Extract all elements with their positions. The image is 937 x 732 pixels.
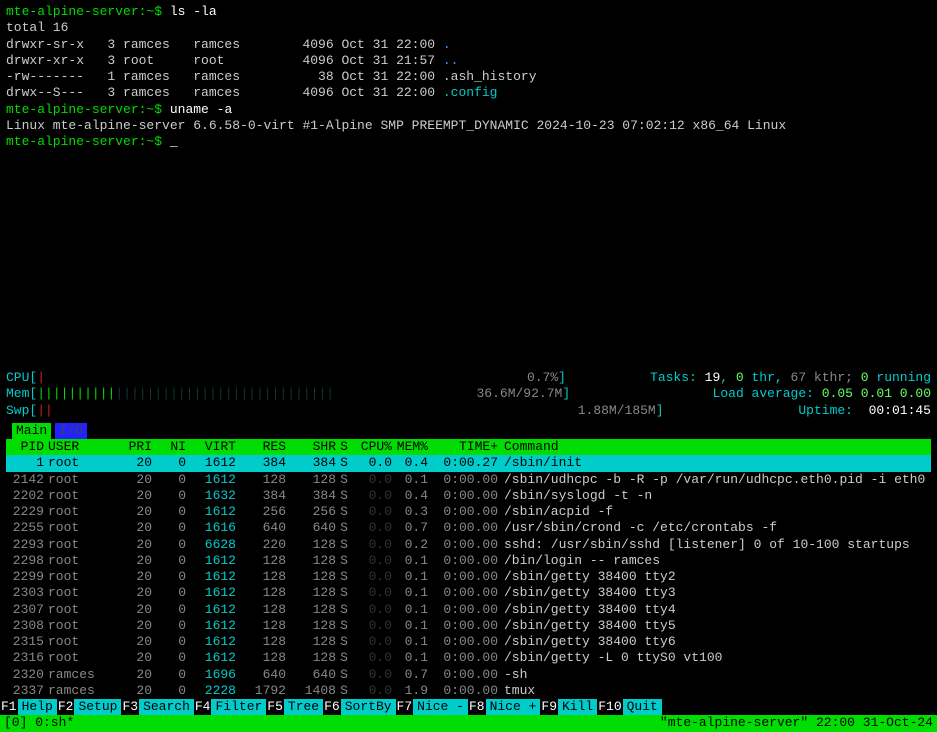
- tab-main[interactable]: Main: [12, 423, 51, 439]
- htop-fkeys: F1Help F2Setup F3SearchF4FilterF5Tree F6…: [0, 699, 937, 715]
- term-line: total 16: [6, 20, 931, 36]
- fkey-f1[interactable]: F1Help: [0, 699, 57, 715]
- process-row[interactable]: 2299root2001612128128S0.00.10:00.00/sbin…: [6, 569, 931, 585]
- cursor: _: [170, 134, 178, 149]
- ls-row: drwxr-xr-x 3 root root 4096 Oct 31 21:57…: [6, 53, 931, 69]
- tmux-host: "mte-alpine-server": [660, 715, 808, 730]
- tmux-status-bar: [0] 0:sh* "mte-alpine-server" 22:00 31-O…: [0, 715, 937, 731]
- fkey-f3[interactable]: F3Search: [121, 699, 193, 715]
- process-row[interactable]: 2255root2001616640640S0.00.70:00.00/usr/…: [6, 520, 931, 536]
- htop-header-row: PID USER PRI NI VIRT RES SHR S CPU% MEM%…: [6, 439, 931, 455]
- fkey-f5[interactable]: F5Tree: [266, 699, 323, 715]
- process-row[interactable]: 2229root2001612256256S0.00.30:00.00/sbin…: [6, 504, 931, 520]
- ls-row: -rw------- 1 ramces ramces 38 Oct 31 22:…: [6, 69, 931, 85]
- process-row[interactable]: 2303root2001612128128S0.00.10:00.00/sbin…: [6, 585, 931, 601]
- cpu-meter: CPU[| 0.7%] Tasks: 19, 0 thr, 67 kthr; 0…: [6, 370, 931, 386]
- tmux-time: 22:00 31-Oct-24: [816, 715, 933, 730]
- process-row[interactable]: 2142root2001612128128S0.00.10:00.00/sbin…: [6, 472, 931, 488]
- process-row[interactable]: 2316root2001612128128S0.00.10:00.00/sbin…: [6, 650, 931, 666]
- process-row[interactable]: 2315root2001612128128S0.00.10:00.00/sbin…: [6, 634, 931, 650]
- term-line: mte-alpine-server:~$ uname -a: [6, 102, 931, 118]
- process-row[interactable]: 2337ramces200222817921408S0.01.90:00.00t…: [6, 683, 931, 699]
- swp-meter: Swp[|| 1.88M/185M] Uptime: 00:01:45: [6, 403, 931, 419]
- mem-meter: Mem[||||||||||||||||||||||||||||||||||||…: [6, 386, 931, 402]
- terminal-pane[interactable]: mte-alpine-server:~$ ls -la total 16 drw…: [0, 0, 937, 368]
- fkey-f2[interactable]: F2Setup: [57, 699, 122, 715]
- process-row[interactable]: 2307root2001612128128S0.00.10:00.00/sbin…: [6, 602, 931, 618]
- process-row[interactable]: 2298root2001612128128S0.00.10:00.00/bin/…: [6, 553, 931, 569]
- ls-row: drwxr-sr-x 3 ramces ramces 4096 Oct 31 2…: [6, 37, 931, 53]
- process-row[interactable]: 2293root2006628220128S0.00.20:00.00sshd:…: [6, 537, 931, 553]
- process-row[interactable]: 2320ramces2001696640640S0.00.70:00.00-sh: [6, 667, 931, 683]
- process-row[interactable]: 2202root2001632384384S0.00.40:00.00/sbin…: [6, 488, 931, 504]
- process-row[interactable]: 2308root2001612128128S0.00.10:00.00/sbin…: [6, 618, 931, 634]
- fkey-f9[interactable]: F9Kill: [540, 699, 597, 715]
- htop-pane[interactable]: CPU[| 0.7%] Tasks: 19, 0 thr, 67 kthr; 0…: [0, 368, 937, 699]
- term-line: mte-alpine-server:~$ ls -la: [6, 4, 931, 20]
- fkey-f10[interactable]: F10Quit: [597, 699, 662, 715]
- process-row[interactable]: 1root2001612384384S0.00.40:00.27/sbin/in…: [6, 455, 931, 471]
- fkey-f6[interactable]: F6SortBy: [323, 699, 395, 715]
- fkey-f8[interactable]: F8Nice +: [468, 699, 540, 715]
- tmux-left: [0] 0:sh*: [4, 715, 74, 731]
- fkey-f4[interactable]: F4Filter: [194, 699, 266, 715]
- ls-row: drwx--S--- 3 ramces ramces 4096 Oct 31 2…: [6, 85, 931, 101]
- fkey-f7[interactable]: F7Nice -: [396, 699, 468, 715]
- uname-output: Linux mte-alpine-server 6.6.58-0-virt #1…: [6, 118, 931, 134]
- tab-io[interactable]: I/O: [55, 423, 86, 439]
- prompt-line[interactable]: mte-alpine-server:~$ _: [6, 134, 931, 150]
